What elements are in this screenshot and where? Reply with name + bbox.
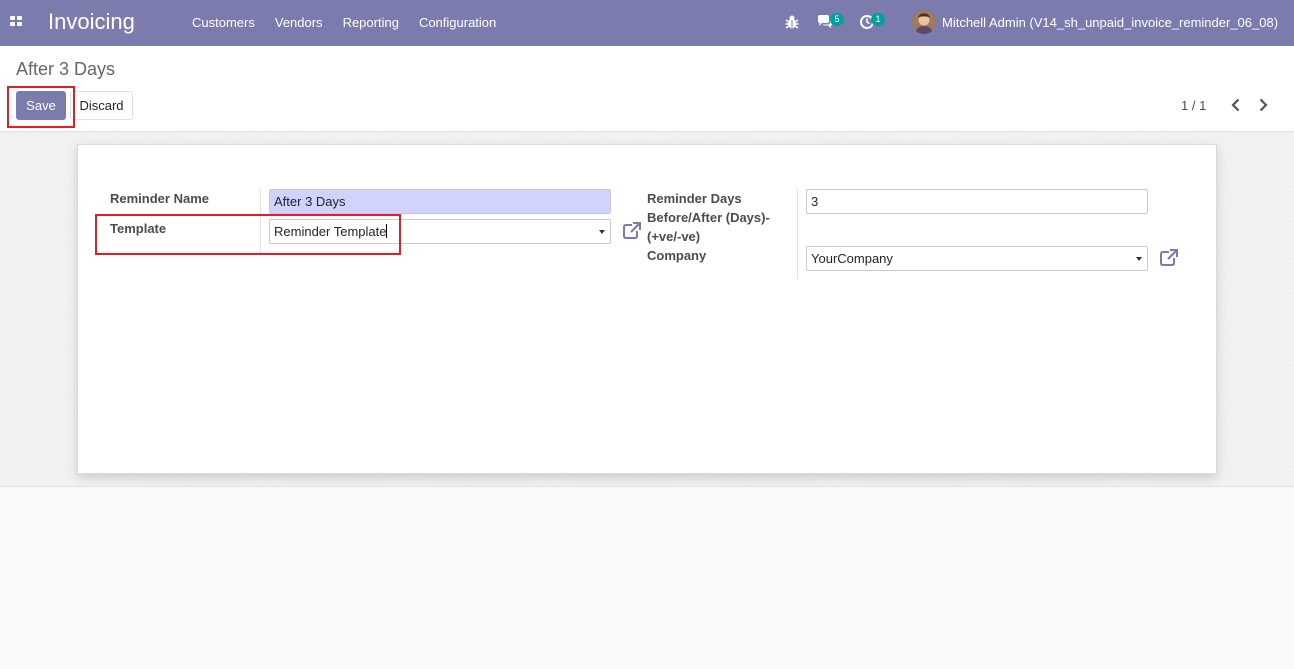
caret-down-icon[interactable] <box>599 230 605 234</box>
top-navbar: Invoicing Customers Vendors Reporting Co… <box>0 0 1294 46</box>
chevron-left-icon[interactable] <box>1228 97 1244 113</box>
user-avatar[interactable] <box>912 10 936 34</box>
breadcrumb: After 3 Days <box>16 59 116 79</box>
discard-button[interactable]: Discard <box>70 91 133 120</box>
main-menu: Customers Vendors Reporting Configuratio… <box>182 0 506 46</box>
menu-item-vendors[interactable]: Vendors <box>265 0 333 46</box>
text-cursor <box>386 224 388 238</box>
reminder-days-input[interactable]: 3 <box>806 189 1148 214</box>
template-label: Template <box>110 221 167 236</box>
app-brand[interactable]: Invoicing <box>48 9 135 35</box>
reminder-days-label-line: Reminder Days <box>647 191 742 206</box>
reminder-name-input[interactable]: After 3 Days <box>269 189 611 214</box>
form-sheet: Reminder Name Template After 3 Days Remi… <box>77 144 1217 474</box>
external-link-icon[interactable] <box>622 221 642 241</box>
template-select-value: Reminder Template <box>274 224 387 239</box>
company-select[interactable]: YourCompany <box>806 246 1148 271</box>
reminder-days-label-line: (+ve/-ve) <box>647 229 701 244</box>
field-separator <box>797 189 798 279</box>
control-panel: After 3 Days Save Discard 1 / 1 <box>0 46 1294 132</box>
menu-item-reporting[interactable]: Reporting <box>333 0 409 46</box>
user-menu[interactable]: Mitchell Admin (V14_sh_unpaid_invoice_re… <box>942 15 1278 30</box>
reminder-days-label-line: Before/After (Days)- <box>647 210 770 225</box>
company-label: Company <box>647 248 707 263</box>
bug-icon[interactable] <box>783 13 803 33</box>
external-link-icon[interactable] <box>1159 248 1179 268</box>
company-select-value: YourCompany <box>811 251 893 266</box>
pager-value[interactable]: 1 / 1 <box>1181 98 1206 113</box>
messages-count-badge: 5 <box>830 13 844 26</box>
chevron-right-icon[interactable] <box>1255 97 1271 113</box>
reminder-name-label: Reminder Name <box>110 191 209 206</box>
activities-count-badge: 1 <box>871 13 885 26</box>
menu-item-customers[interactable]: Customers <box>182 0 265 46</box>
reminder-days-label: Reminder Days Before/After (Days)- (+ve/… <box>647 189 770 246</box>
field-separator <box>260 189 261 254</box>
template-select[interactable]: Reminder Template <box>269 219 611 244</box>
caret-down-icon[interactable] <box>1136 257 1142 261</box>
menu-item-configuration[interactable]: Configuration <box>409 0 506 46</box>
save-button[interactable]: Save <box>16 91 66 120</box>
apps-grid-icon[interactable] <box>10 16 23 28</box>
